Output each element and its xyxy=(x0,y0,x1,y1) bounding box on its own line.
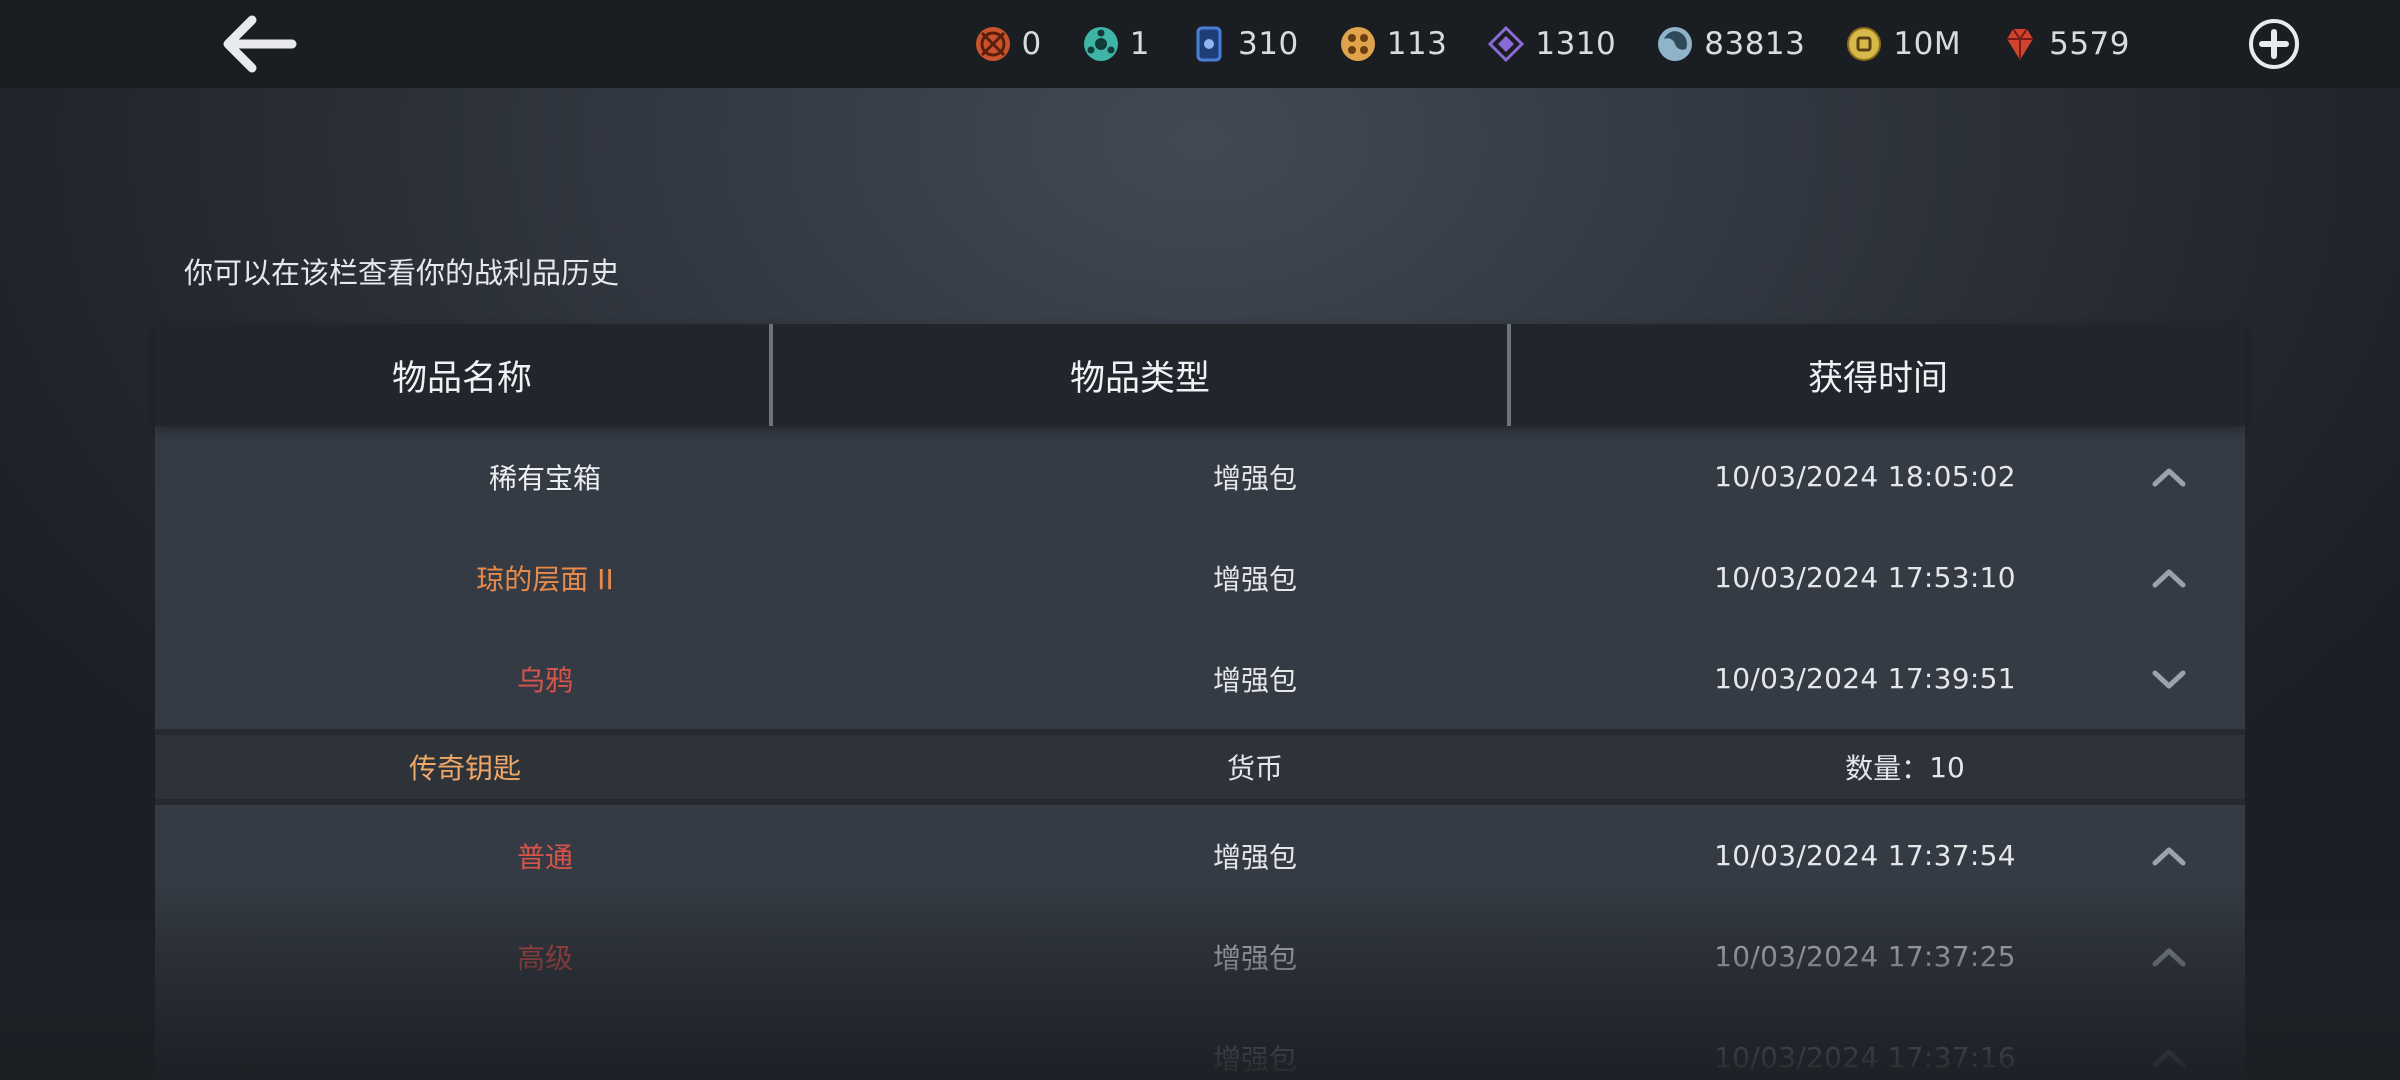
red-gem-icon xyxy=(2001,25,2039,63)
detail-item-type: 货币 xyxy=(1226,752,1283,785)
currency-blue-card[interactable]: 310 xyxy=(1190,0,1299,88)
chevron-down-icon[interactable] xyxy=(2151,661,2187,697)
chevron-up-icon[interactable] xyxy=(2151,838,2187,874)
column-header-item-type: 物品类型 xyxy=(773,324,1511,426)
currency-red-gem[interactable]: 5579 xyxy=(2001,0,2130,88)
acquired-time: 10/03/2024 18:05:02 xyxy=(1714,460,2016,493)
currency-value: 310 xyxy=(1238,26,1299,62)
acquired-time: 10/03/2024 17:39:51 xyxy=(1714,662,2016,695)
quantity-label: 数量： xyxy=(1845,752,1930,785)
gold-emblem-icon xyxy=(1339,25,1377,63)
item-name: 稀有宝箱 xyxy=(488,461,601,495)
back-button[interactable] xyxy=(222,14,298,74)
currency-value: 0 xyxy=(1021,26,1042,62)
item-type: 增强包 xyxy=(1212,941,1297,975)
chevron-up-icon[interactable] xyxy=(2151,560,2187,596)
orange-emblem-icon xyxy=(974,25,1012,63)
item-name: 普通 xyxy=(516,840,573,874)
acquired-time: 10/03/2024 17:37:16 xyxy=(1714,1041,2016,1074)
loot-history-table: 物品名称 物品类型 获得时间 稀有宝箱 增强包 10/03/2024 18:05… xyxy=(155,324,2245,1080)
item-type: 增强包 xyxy=(1212,1042,1297,1076)
currency-value: 10M xyxy=(1893,26,1962,62)
swirl-orb-icon xyxy=(1656,25,1694,63)
chevron-up-icon[interactable] xyxy=(2151,939,2187,975)
table-row[interactable]: 琼的层面 II 增强包 10/03/2024 17:53:10 xyxy=(155,527,2245,628)
chevron-up-icon[interactable] xyxy=(2151,1040,2187,1076)
quantity-value: 10 xyxy=(1929,750,1965,784)
currency-bar: 0 1 310 113 1310 83813 10M 5579 xyxy=(974,0,2130,88)
column-header-acquired-time: 获得时间 xyxy=(1807,358,1948,399)
acquired-time: 10/03/2024 17:37:54 xyxy=(1714,839,2016,872)
column-header-item-name: 物品名称 xyxy=(155,324,773,426)
teal-emblem-icon xyxy=(1082,25,1120,63)
item-type: 增强包 xyxy=(1212,840,1297,874)
page-subtitle: 你可以在该栏查看你的战利品历史 xyxy=(184,256,620,290)
table-header: 物品名称 物品类型 获得时间 xyxy=(155,324,2245,426)
currency-gold-emblem[interactable]: 113 xyxy=(1339,0,1448,88)
top-bar: 0 1 310 113 1310 83813 10M 5579 xyxy=(0,0,2400,88)
currency-orange-emblem[interactable]: 0 xyxy=(974,0,1042,88)
item-name: 高级 xyxy=(516,941,573,975)
currency-value: 5579 xyxy=(2049,26,2130,62)
loot-history-screen: 0 1 310 113 1310 83813 10M 5579 你可以在该栏查看… xyxy=(0,0,2400,1080)
expanded-detail-row: 传奇钥匙 货币 数量： 10 xyxy=(155,729,2245,805)
currency-teal-emblem[interactable]: 1 xyxy=(1082,0,1150,88)
blue-card-icon xyxy=(1190,25,1228,63)
table-row[interactable]: 稀有宝箱 增强包 10/03/2024 18:05:02 xyxy=(155,426,2245,527)
item-type: 增强包 xyxy=(1212,461,1297,495)
currency-swirl-orb[interactable]: 83813 xyxy=(1656,0,1805,88)
plus-circle-icon xyxy=(2249,19,2299,69)
detail-quantity: 数量： 10 xyxy=(1755,735,2055,799)
currency-value: 1310 xyxy=(1535,26,1617,62)
item-type: 增强包 xyxy=(1212,562,1297,596)
chevron-up-icon[interactable] xyxy=(2151,459,2187,495)
item-name: 琼的层面 II xyxy=(476,562,614,596)
currency-value: 1 xyxy=(1129,26,1151,62)
currency-gold-coin[interactable]: 10M xyxy=(1845,0,1961,88)
purple-diamond-icon xyxy=(1487,25,1525,63)
item-name xyxy=(425,1007,665,1080)
currency-value: 113 xyxy=(1386,26,1448,62)
currency-purple-diamond[interactable]: 1310 xyxy=(1487,0,1616,88)
add-currency-button[interactable] xyxy=(2248,18,2300,70)
arrow-left-icon xyxy=(223,15,297,73)
table-row[interactable]: 高级 增强包 10/03/2024 17:37:25 xyxy=(155,906,2245,1007)
table-body: 稀有宝箱 增强包 10/03/2024 18:05:02 琼的层面 II 增强包… xyxy=(155,426,2245,1080)
currency-value: 83813 xyxy=(1704,26,1806,62)
item-type: 增强包 xyxy=(1212,663,1297,697)
table-row[interactable]: 普通 增强包 10/03/2024 17:37:54 xyxy=(155,805,2245,906)
acquired-time: 10/03/2024 17:53:10 xyxy=(1714,561,2016,594)
table-row[interactable]: 增强包 10/03/2024 17:37:16 xyxy=(155,1007,2245,1080)
gold-coin-icon xyxy=(1845,25,1883,63)
detail-item-name: 传奇钥匙 xyxy=(408,752,521,785)
item-name: 乌鸦 xyxy=(516,663,573,697)
table-row-expanded[interactable]: 乌鸦 增强包 10/03/2024 17:39:51 xyxy=(155,628,2245,729)
acquired-time: 10/03/2024 17:37:25 xyxy=(1714,940,2016,973)
